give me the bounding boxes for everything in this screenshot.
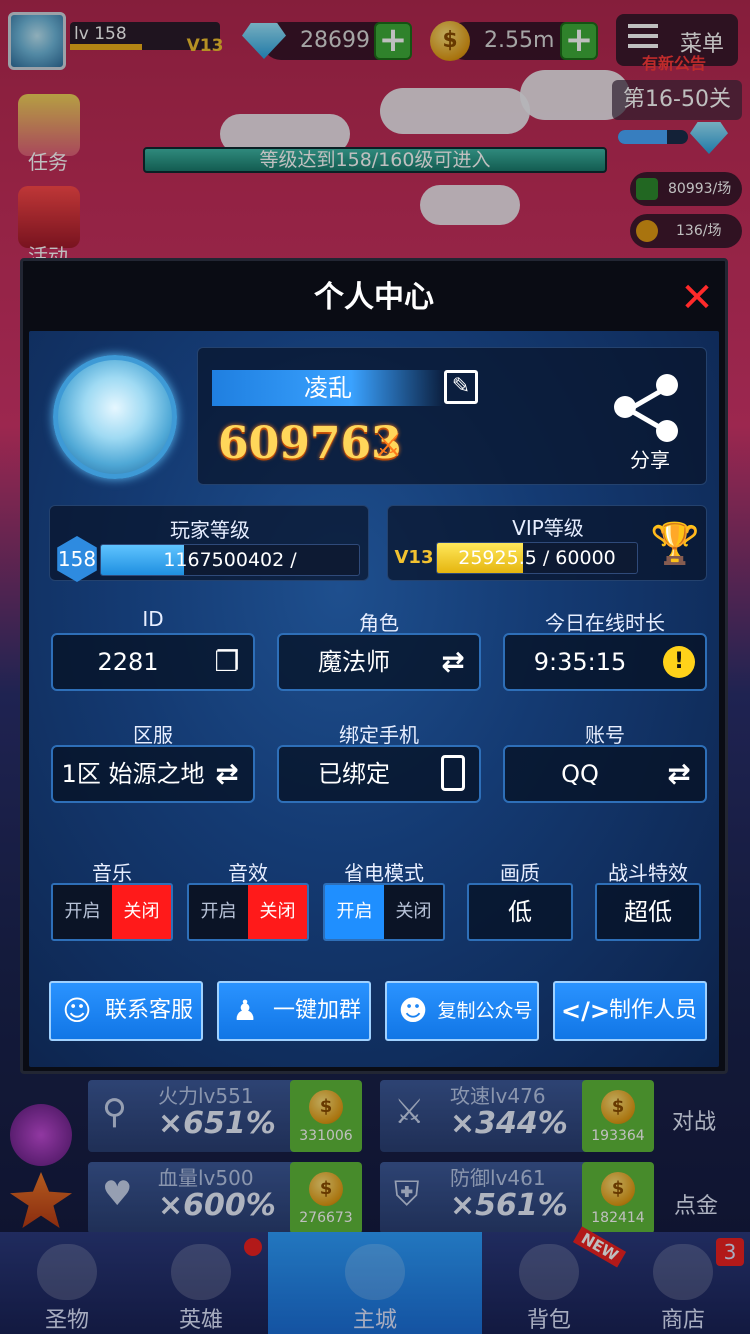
phone-value: 已绑定 [318,760,390,788]
contact-service-label: 联系客服 [104,998,193,1023]
power-save-on[interactable]: 开启 [325,885,384,939]
account-value: QQ [561,760,599,788]
battle-fx-select[interactable]: 超低 [595,883,701,941]
player-level-label: 玩家等级 [170,518,250,542]
profile-avatar[interactable] [53,355,177,479]
switch-icon[interactable]: ⇄ [211,758,243,790]
credits-button[interactable]: </> 制作人员 [553,981,707,1041]
dialog-body: 凌乱 ✎ 609763 ⚔ 分享 玩家等级 158 1167500402 / 3… [29,331,719,1067]
music-off[interactable]: 关闭 [112,885,171,939]
server-label: 区服 [133,723,173,747]
copy-official-account-label: 复制公众号 [437,1000,533,1022]
join-group-label: 一键加群 [272,998,361,1023]
crossed-swords-icon: ⚔ [374,426,403,464]
trophy-icon[interactable]: 🏆 [650,520,700,568]
sfx-label: 音效 [228,861,268,885]
sfx-toggle[interactable]: 开启 关闭 [187,883,309,941]
phone-field: 已绑定 [277,745,481,803]
code-icon: </> [561,997,610,1025]
switch-icon[interactable]: ⇄ [437,646,469,678]
music-label: 音乐 [92,861,132,885]
id-label: ID [142,607,164,631]
online-field: 9:35:15 ! [503,633,707,691]
id-field: 2281 ❐ [51,633,255,691]
dialog-title: 个人中心 [314,280,434,315]
share-icon[interactable] [612,374,682,444]
player-level-panel: 玩家等级 158 1167500402 / 3647602874 [49,505,369,582]
quality-label: 画质 [500,861,540,885]
battle-fx-label: 战斗特效 [608,861,688,885]
player-name: 凌乱 [212,370,444,406]
music-on[interactable]: 开启 [53,885,112,939]
profile-panel: 凌乱 ✎ 609763 ⚔ 分享 [197,347,707,485]
power-save-label: 省电模式 [344,861,424,885]
account-field: QQ ⇄ [503,745,707,803]
role-value: 魔法师 [318,648,390,676]
role-label: 角色 [359,611,399,635]
player-exp-text: 1167500402 / 3647602874 [163,549,297,571]
quality-select[interactable]: 低 [467,883,573,941]
role-field: 魔法师 ⇄ [277,633,481,691]
profile-dialog: 个人中心 ✕ 凌乱 ✎ 609763 ⚔ 分享 玩家等级 158 1167500… [20,258,728,1074]
sfx-off[interactable]: 关闭 [248,885,307,939]
vip-level-text: V13 [394,547,434,568]
switch-icon[interactable]: ⇄ [663,758,695,790]
alert-icon[interactable]: ! [663,646,695,678]
copy-icon[interactable]: ❐ [211,646,243,678]
sfx-on[interactable]: 开启 [189,885,248,939]
phone-label: 绑定手机 [339,723,419,747]
close-icon[interactable]: ✕ [679,278,715,318]
contact-service-button[interactable]: ☺ 联系客服 [49,981,203,1041]
person-icon: ☻ [398,994,428,1027]
player-exp-bar: 1167500402 / 3647602874 [100,544,360,576]
server-field: 1区 始源之地 ⇄ [51,745,255,803]
vip-crown-icon: V13 [390,536,438,576]
vip-level-panel: VIP等级 V13 25925.5 / 60000 🏆 [387,505,707,581]
share-label: 分享 [630,448,670,472]
power-save-off[interactable]: 关闭 [384,885,443,939]
online-value: 9:35:15 [533,648,627,676]
vip-exp-text: 25925.5 / 60000 [458,547,616,569]
copy-official-account-button[interactable]: ☻ 复制公众号 [385,981,539,1041]
support-agent-icon: ☺ [62,994,92,1027]
id-value: 2281 [97,648,159,676]
edit-name-icon[interactable]: ✎ [444,370,478,404]
server-value: 1区 始源之地 [61,760,205,788]
credits-label: 制作人员 [608,998,697,1023]
vip-exp-bar: 25925.5 / 60000 [436,542,638,574]
join-group-button[interactable]: ♟ 一键加群 [217,981,371,1041]
phone-icon[interactable] [441,755,465,791]
music-toggle[interactable]: 开启 关闭 [51,883,173,941]
power-save-toggle[interactable]: 开启 关闭 [323,883,445,941]
online-label: 今日在线时长 [545,611,665,635]
account-label: 账号 [585,723,625,747]
penguin-icon: ♟ [232,994,258,1027]
